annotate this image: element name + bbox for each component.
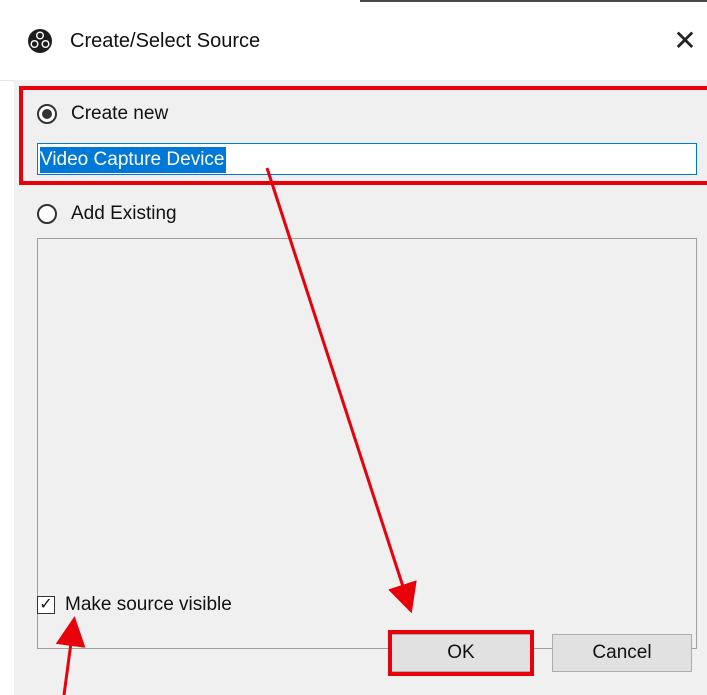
source-name-selected-text: Video Capture Device [40, 147, 227, 173]
create-select-source-dialog: Create/Select Source ✕ Create new Video … [0, 0, 707, 695]
create-new-label: Create new [71, 103, 169, 124]
make-visible-label: Make source visible [65, 594, 232, 615]
source-name-input[interactable]: Video Capture Device [37, 143, 697, 175]
existing-sources-list[interactable] [37, 238, 697, 649]
create-new-radio[interactable] [37, 104, 57, 124]
title-bar: Create/Select Source ✕ [0, 0, 707, 81]
add-existing-option[interactable]: Add Existing [37, 203, 177, 225]
create-new-option[interactable]: Create new [37, 103, 168, 125]
add-existing-radio[interactable] [37, 204, 57, 224]
ok-button[interactable]: OK [391, 634, 531, 672]
add-existing-label: Add Existing [71, 203, 177, 224]
radio-selected-dot [42, 109, 52, 119]
close-icon[interactable]: ✕ [670, 26, 700, 56]
window-title: Create/Select Source [70, 30, 261, 52]
top-edge-line [360, 0, 707, 2]
make-visible-checkbox[interactable]: ✓ [37, 596, 55, 614]
dialog-content: Create new Video Capture Device Add Exis… [14, 80, 707, 695]
make-visible-option[interactable]: ✓ Make source visible [37, 594, 232, 616]
obs-logo-icon [28, 29, 52, 53]
cancel-button[interactable]: Cancel [552, 634, 692, 672]
